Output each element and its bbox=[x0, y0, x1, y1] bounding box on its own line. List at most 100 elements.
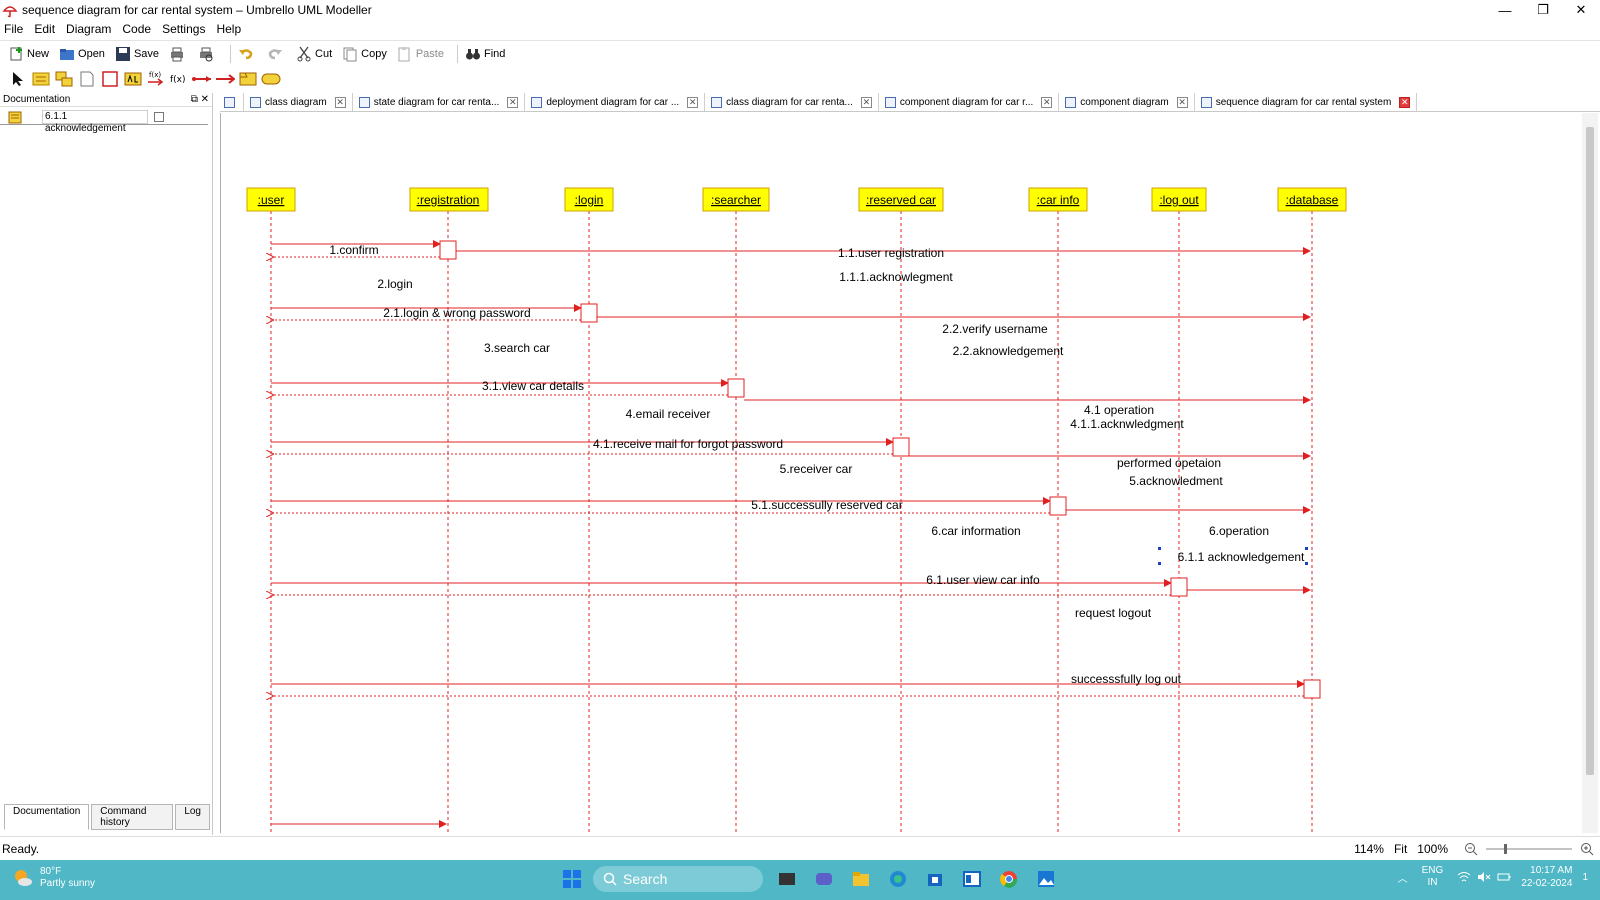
function-call-tool[interactable]: f(x) bbox=[146, 69, 166, 89]
close-window-button[interactable]: ✕ bbox=[1562, 0, 1600, 20]
selection-handle[interactable] bbox=[1305, 547, 1308, 550]
undo-button[interactable] bbox=[236, 43, 259, 65]
activation-box[interactable] bbox=[1170, 577, 1188, 597]
menu-edit[interactable]: Edit bbox=[34, 22, 55, 36]
start-button[interactable] bbox=[559, 866, 585, 892]
close-tab-icon[interactable]: ✕ bbox=[507, 96, 519, 108]
zoom-slider[interactable] bbox=[1484, 842, 1574, 856]
battery-icon[interactable] bbox=[1497, 871, 1511, 883]
menu-file[interactable]: File bbox=[4, 22, 23, 36]
message-label[interactable]: 6.1.user view car info bbox=[926, 573, 1040, 587]
menu-diagram[interactable]: Diagram bbox=[66, 22, 111, 36]
task-view-button[interactable] bbox=[774, 866, 800, 892]
sync-message-tool[interactable] bbox=[192, 69, 212, 89]
message-label[interactable]: 1.1.1.acknowlegment bbox=[839, 270, 953, 284]
message-label[interactable]: 2.2.verify username bbox=[942, 322, 1048, 336]
tab-command-history[interactable]: Command history bbox=[91, 804, 174, 830]
function-return-tool[interactable]: f(x) bbox=[169, 69, 189, 89]
language-indicator[interactable]: ENG IN bbox=[1422, 865, 1444, 889]
tab-class-diagram-car-rental[interactable]: class diagram for car renta... ✕ bbox=[705, 93, 879, 111]
close-dock-icon[interactable]: ✕ bbox=[201, 94, 209, 105]
activation-box[interactable] bbox=[439, 240, 457, 260]
cut-button[interactable]: Cut bbox=[294, 43, 334, 65]
close-tab-icon[interactable]: ✕ bbox=[1176, 96, 1188, 108]
menu-help[interactable]: Help bbox=[216, 22, 241, 36]
activation-box[interactable] bbox=[1049, 496, 1067, 516]
notification-count[interactable]: 1 bbox=[1582, 872, 1588, 883]
state-tool[interactable] bbox=[261, 69, 281, 89]
tab-sequence-diagram[interactable]: sequence diagram for car rental system ✕ bbox=[1195, 93, 1418, 111]
tab-component-diagram[interactable]: component diagram ✕ bbox=[1059, 93, 1195, 111]
message-label[interactable]: 6.car information bbox=[931, 524, 1020, 538]
store-app[interactable] bbox=[922, 866, 948, 892]
doc-item-checkbox[interactable] bbox=[154, 111, 164, 122]
class-tool[interactable] bbox=[54, 69, 74, 89]
taskbar-search[interactable]: Search bbox=[593, 866, 763, 892]
message-label[interactable]: 1.1.user registration bbox=[838, 246, 944, 260]
wifi-icon[interactable] bbox=[1457, 871, 1471, 883]
message-label[interactable]: 4.1 operation bbox=[1084, 403, 1154, 417]
message-label[interactable]: 2.2.aknowledgement bbox=[953, 344, 1064, 358]
file-explorer-app[interactable] bbox=[848, 866, 874, 892]
message-label[interactable]: request logout bbox=[1075, 606, 1152, 620]
minimize-button[interactable]: — bbox=[1486, 0, 1524, 20]
message-label[interactable]: 1.confirm bbox=[329, 243, 378, 257]
weather-widget[interactable]: 80°F Partly sunny bbox=[12, 866, 95, 890]
print-preview-button[interactable] bbox=[196, 43, 219, 65]
save-button[interactable]: Save bbox=[113, 43, 161, 65]
diagram-canvas[interactable]: :user :registration :login :searcher :re… bbox=[220, 113, 1582, 833]
activation-box[interactable] bbox=[1303, 679, 1321, 699]
chrome-app[interactable] bbox=[996, 866, 1022, 892]
tab-documentation[interactable]: Documentation bbox=[4, 804, 90, 830]
zoom-in-icon[interactable] bbox=[1580, 842, 1594, 856]
selection-handle[interactable] bbox=[1158, 562, 1161, 565]
close-tab-icon[interactable]: ✕ bbox=[1399, 96, 1411, 108]
new-button[interactable]: New bbox=[6, 43, 51, 65]
sequence-diagram[interactable]: :user :registration :login :searcher :re… bbox=[221, 113, 1583, 833]
doc-item-name[interactable]: 6.1.1 acknowledgement bbox=[42, 109, 148, 134]
message-label[interactable]: 3.1.view car details bbox=[482, 379, 584, 393]
message-label[interactable]: successsfully log out bbox=[1071, 672, 1182, 686]
activation-box[interactable] bbox=[727, 378, 745, 398]
combined-fragment-tool[interactable] bbox=[238, 69, 258, 89]
zoom-fit-button[interactable]: Fit bbox=[1394, 842, 1407, 856]
text-tool[interactable] bbox=[123, 69, 143, 89]
zoom-100-button[interactable]: 100% bbox=[1417, 842, 1448, 856]
activation-box[interactable] bbox=[892, 437, 910, 457]
redo-button[interactable] bbox=[265, 43, 288, 65]
copy-button[interactable]: Copy bbox=[340, 43, 389, 65]
message-label[interactable]: 5.receiver car bbox=[780, 462, 853, 476]
umbrello-taskbar-app[interactable] bbox=[959, 866, 985, 892]
paste-button[interactable]: Paste bbox=[395, 43, 446, 65]
menu-settings[interactable]: Settings bbox=[162, 22, 205, 36]
box-tool[interactable] bbox=[100, 69, 120, 89]
tab-log[interactable]: Log bbox=[175, 804, 210, 830]
note-tool[interactable] bbox=[77, 69, 97, 89]
restore-button[interactable]: ❐ bbox=[1524, 0, 1562, 20]
selection-handle[interactable] bbox=[1158, 547, 1161, 550]
tab-deployment-diagram[interactable]: deployment diagram for car ... ✕ bbox=[525, 93, 706, 111]
selection-handle[interactable] bbox=[1305, 562, 1308, 565]
scrollbar-thumb[interactable] bbox=[1586, 127, 1594, 775]
message-label[interactable]: 4.1.1.acknwledgment bbox=[1070, 417, 1184, 431]
close-tab-icon[interactable]: ✕ bbox=[1041, 96, 1053, 108]
object-tool[interactable] bbox=[31, 69, 51, 89]
message-label[interactable]: 4.1.receive mail for forgot password bbox=[593, 437, 783, 451]
async-message-tool[interactable] bbox=[215, 69, 235, 89]
message-label[interactable]: performed opetaion bbox=[1117, 456, 1221, 470]
tab-state-diagram[interactable]: state diagram for car renta... ✕ bbox=[353, 93, 526, 111]
find-button[interactable]: Find bbox=[463, 43, 507, 65]
vertical-scrollbar[interactable] bbox=[1582, 113, 1598, 833]
print-button[interactable] bbox=[167, 43, 190, 65]
meet-app[interactable] bbox=[811, 866, 837, 892]
message-label[interactable]: 3.search car bbox=[484, 341, 550, 355]
chevron-up-icon[interactable]: ︿ bbox=[1398, 870, 1408, 885]
tab-component-diagram-car-rental[interactable]: component diagram for car r... ✕ bbox=[879, 93, 1060, 111]
close-tab-icon[interactable]: ✕ bbox=[334, 96, 346, 108]
photos-app[interactable] bbox=[1033, 866, 1059, 892]
float-icon[interactable]: ⧉ bbox=[191, 94, 198, 105]
close-tab-icon[interactable]: ✕ bbox=[860, 96, 872, 108]
activation-box[interactable] bbox=[580, 303, 598, 323]
message-label[interactable]: 2.1.login & wrong password bbox=[383, 306, 530, 320]
new-diagram-tab-button[interactable] bbox=[220, 93, 244, 111]
